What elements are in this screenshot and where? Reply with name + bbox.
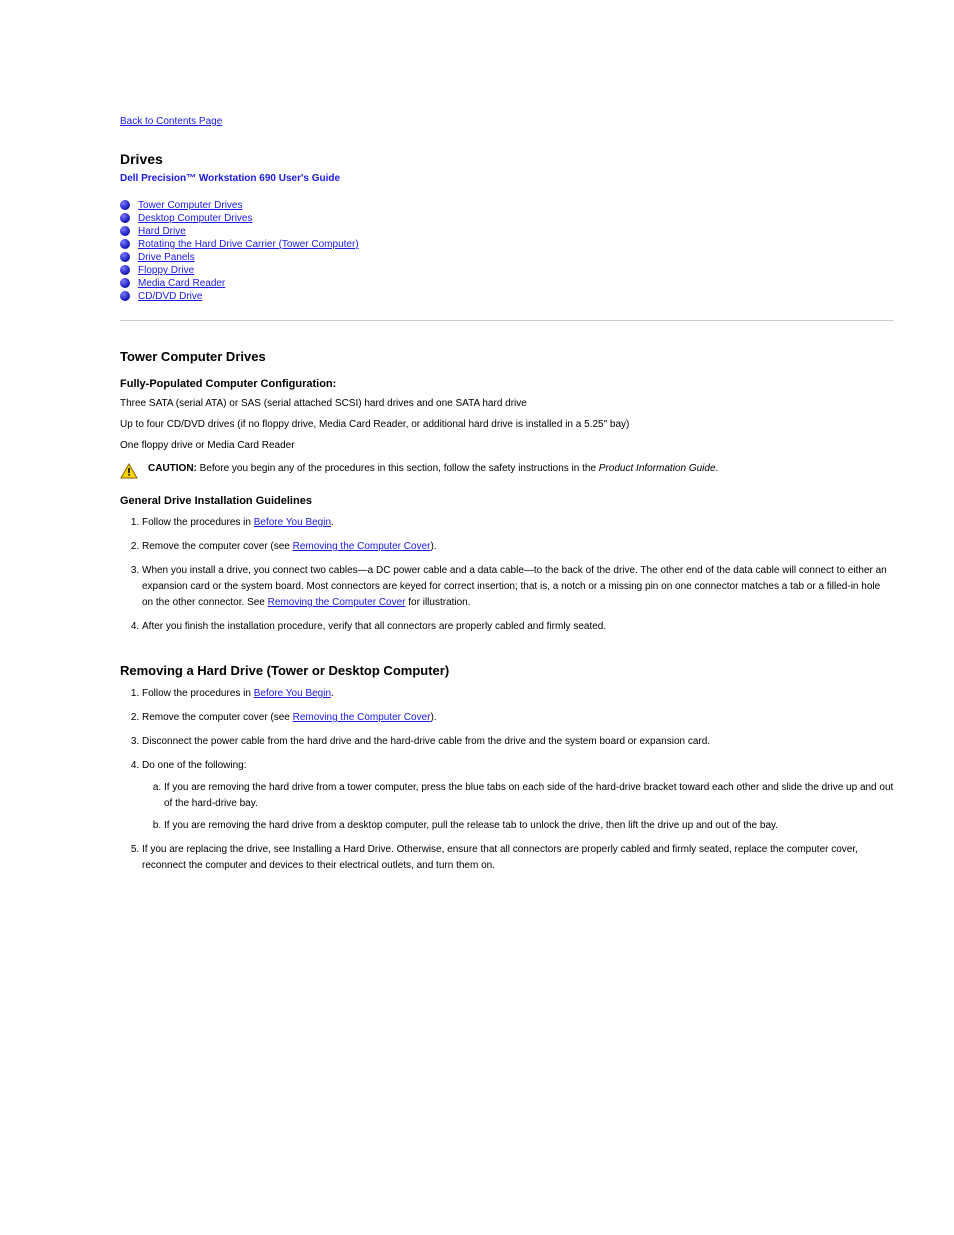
rhd-step-4a: If you are removing the hard drive from … [164,780,894,812]
back-to-contents-link[interactable]: Back to Contents Page [120,116,894,127]
removing-hd-steps: Follow the procedures in Before You Begi… [120,686,894,874]
removing-hd-heading: Removing a Hard Drive (Tower or Desktop … [120,663,894,678]
rhd-step-2: Remove the computer cover (see Removing … [142,710,894,726]
bullet-icon [120,252,130,262]
before-you-begin-link[interactable]: Before You Begin [254,517,331,528]
tower-heading: Tower Computer Drives [120,349,894,364]
toc-item: Rotating the Hard Drive Carrier (Tower C… [120,239,894,250]
toc-link-harddrive[interactable]: Hard Drive [138,226,186,237]
general-heading: General Drive Installation Guidelines [120,495,894,507]
removing-cover-link-2[interactable]: Removing the Computer Cover [268,597,406,608]
toc-list: Tower Computer Drives Desktop Computer D… [120,200,894,302]
bullet-icon [120,291,130,301]
toc-item: Tower Computer Drives [120,200,894,211]
rhd-step-4b: If you are removing the hard drive from … [164,818,894,834]
general-install-steps: Follow the procedures in Before You Begi… [120,515,894,635]
toc-item: Floppy Drive [120,265,894,276]
bullet-icon [120,213,130,223]
config-item-3: One floppy drive or Media Card Reader [120,438,894,453]
divider [120,320,894,321]
removing-cover-link-3[interactable]: Removing the Computer Cover [293,712,431,723]
rhd-step-3: Disconnect the power cable from the hard… [142,734,894,750]
toc-link-rotating[interactable]: Rotating the Hard Drive Carrier (Tower C… [138,239,359,250]
toc-link-floppy[interactable]: Floppy Drive [138,265,194,276]
page-title: Drives [120,151,894,167]
bullet-icon [120,278,130,288]
removing-cover-link[interactable]: Removing the Computer Cover [293,541,431,552]
bullet-icon [120,200,130,210]
caution-block: CAUTION: Before you begin any of the pro… [120,463,894,479]
config-item-1: Three SATA (serial ATA) or SAS (serial a… [120,396,894,411]
bullet-icon [120,226,130,236]
toc-item: Desktop Computer Drives [120,213,894,224]
bullet-icon [120,239,130,249]
config-heading: Fully-Populated Computer Configuration: [120,378,894,390]
toc-link-cddvd[interactable]: CD/DVD Drive [138,291,202,302]
config-item-2: Up to four CD/DVD drives (if no floppy d… [120,417,894,432]
toc-item: Media Card Reader [120,278,894,289]
bullet-icon [120,265,130,275]
step-2: Remove the computer cover (see Removing … [142,539,894,555]
toc-item: CD/DVD Drive [120,291,894,302]
toc-link-desktop[interactable]: Desktop Computer Drives [138,213,252,224]
toc-item: Drive Panels [120,252,894,263]
toc-item: Hard Drive [120,226,894,237]
rhd-step-4: Do one of the following: If you are remo… [142,758,894,834]
step-4: After you finish the installation proced… [142,619,894,635]
step-1: Follow the procedures in Before You Begi… [142,515,894,531]
toc-link-tower[interactable]: Tower Computer Drives [138,200,242,211]
toc-link-mediacard[interactable]: Media Card Reader [138,278,225,289]
rhd-step-1: Follow the procedures in Before You Begi… [142,686,894,702]
before-you-begin-link-2[interactable]: Before You Begin [254,688,331,699]
caution-icon [120,463,138,479]
caution-text: CAUTION: Before you begin any of the pro… [148,463,718,474]
rhd-step-5: If you are replacing the drive, see Inst… [142,842,894,874]
subtitle: Dell Precision™ Workstation 690 User's G… [120,173,894,184]
step-3: When you install a drive, you connect tw… [142,563,894,611]
toc-link-drivepanels[interactable]: Drive Panels [138,252,195,263]
